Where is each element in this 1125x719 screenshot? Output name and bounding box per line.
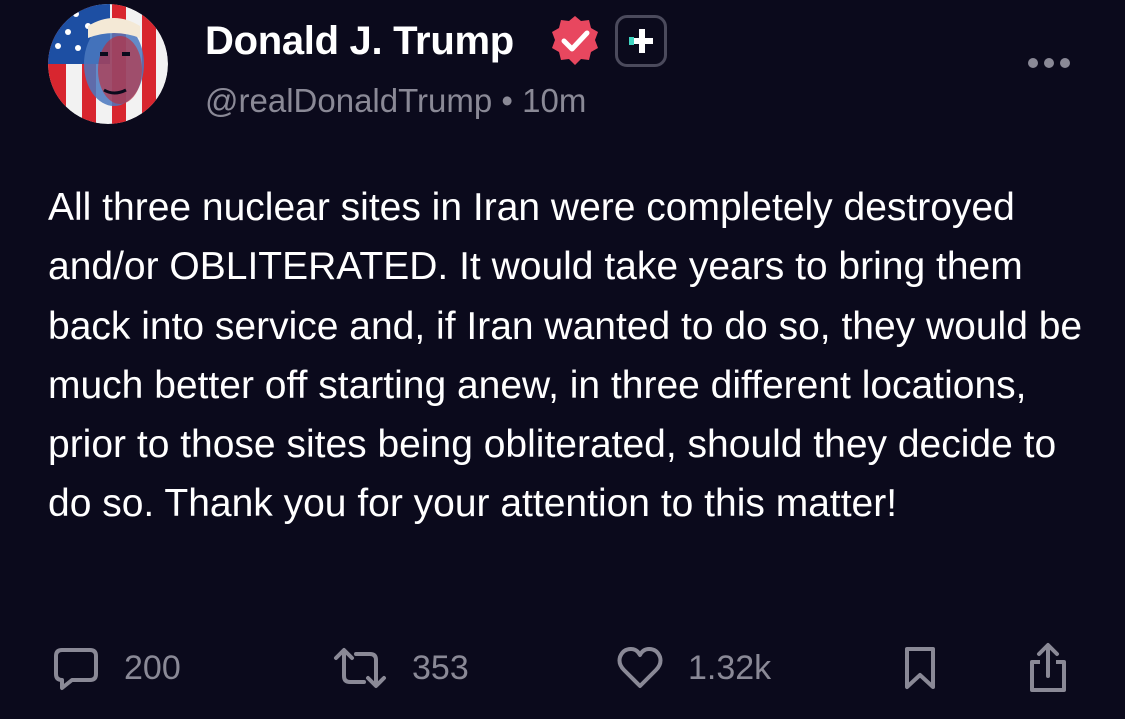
retruth-button[interactable]: 353 [332,636,469,700]
reply-count: 200 [124,648,181,687]
like-count: 1.32k [688,648,772,687]
share-icon [1030,643,1066,692]
bookmark-icon [905,647,935,689]
author-handle[interactable]: @realDonaldTrump [205,82,492,119]
more-horizontal-icon[interactable] [1024,50,1074,76]
heart-icon [617,647,663,688]
retruth-icon [334,648,386,688]
reply-button[interactable]: 200 [52,636,181,700]
plus-icon [629,29,653,53]
avatar[interactable] [48,4,168,124]
share-button[interactable] [1026,636,1070,700]
comment-icon [54,648,98,690]
bookmark-button[interactable] [900,636,940,700]
meta-separator: • [501,82,513,119]
avatar-image [48,4,168,124]
author-display-name[interactable]: Donald J. Trump [205,14,514,68]
author-meta: @realDonaldTrump • 10m [205,80,586,122]
post-text: All three nuclear sites in Iran were com… [48,186,1083,526]
plus-badge [615,15,667,67]
post-timestamp[interactable]: 10m [522,82,586,119]
verified-check-icon [552,16,598,65]
like-button[interactable]: 1.32k [616,636,771,700]
retruth-count: 353 [412,648,469,687]
